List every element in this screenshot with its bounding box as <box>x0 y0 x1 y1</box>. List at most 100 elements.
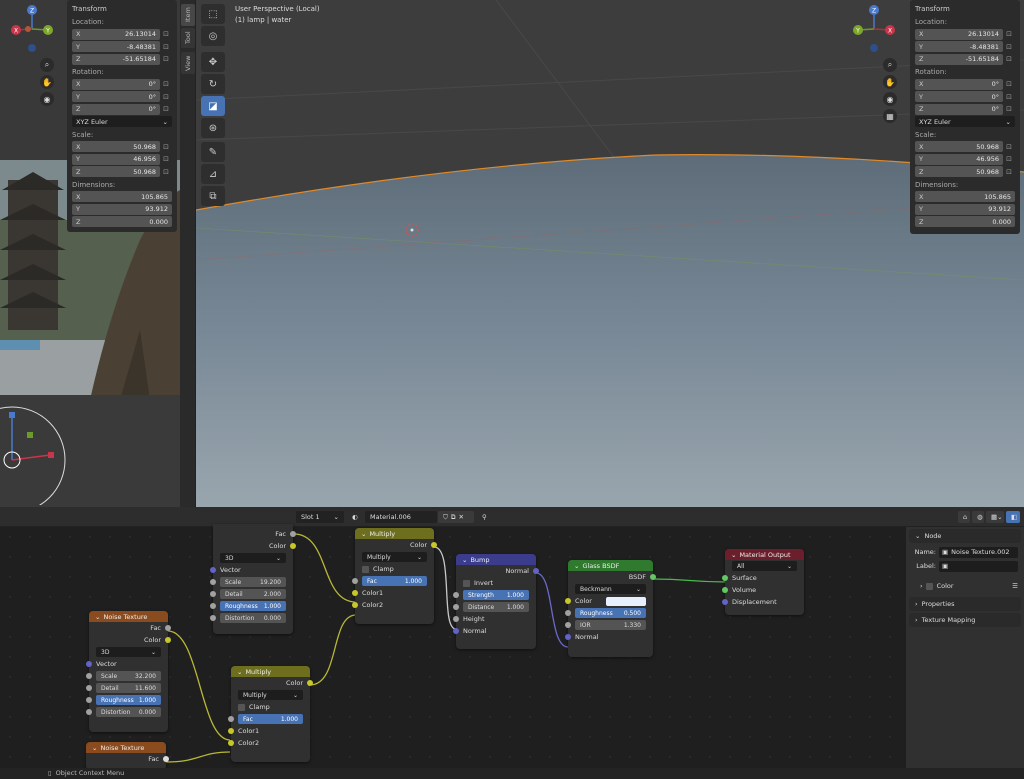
node-header[interactable]: ⌄ Multiply <box>355 528 434 539</box>
properties-section[interactable]: › Properties <box>909 597 1021 611</box>
measure-icon[interactable]: ⊿ <box>201 164 225 184</box>
main-viewport[interactable]: User Perspective (Local) (1) lamp | wate… <box>196 0 1024 507</box>
scale-socket[interactable] <box>210 579 216 585</box>
node-header[interactable]: ⌄ Bump <box>456 554 536 565</box>
strength-field[interactable]: Strength 1.000 <box>463 590 529 600</box>
texture-mapping-section[interactable]: › Texture Mapping <box>909 613 1021 627</box>
lock-icon[interactable]: ⊡ <box>160 155 172 163</box>
dimensions-y-field[interactable]: Y 93.912 <box>915 203 1015 215</box>
distortion-field[interactable]: Distortion 0.000 <box>220 613 286 623</box>
left-viewport[interactable]: Z X Y ⌕ ✋ ◉ Transform Location: X 26.1301… <box>0 0 180 507</box>
fac-socket[interactable] <box>228 716 234 722</box>
rotation-y-field[interactable]: Y 0° <box>72 91 160 102</box>
roughness-socket[interactable] <box>86 697 92 703</box>
node-header[interactable]: ⌄ Glass BSDF <box>568 560 653 571</box>
dimensions-z-field[interactable]: Z 0.000 <box>72 216 172 227</box>
scale-z-field[interactable]: Z 50.968 <box>72 166 160 177</box>
rotation-y-field[interactable]: Y 0° <box>915 91 1003 102</box>
rotation-mode-select[interactable]: XYZ Euler ⌄ <box>72 116 172 127</box>
bump-node[interactable]: ⌄ Bump Normal Invert Strength 1.000 Distan… <box>453 554 539 649</box>
lock-icon[interactable]: ⊡ <box>160 43 172 51</box>
scale-field[interactable]: Scale 32.200 <box>96 671 161 681</box>
color-socket[interactable] <box>290 543 296 549</box>
lock-icon[interactable]: ⊡ <box>1003 143 1015 151</box>
tab-view[interactable]: View <box>181 52 195 74</box>
noise-texture-node-top[interactable]: Fac Color 3D ⌄ Vector Scale 19.200 Detail 2… <box>210 524 296 634</box>
fac-socket[interactable] <box>290 531 296 537</box>
location-z-field[interactable]: Z -51.65184 <box>915 53 1003 65</box>
detail-socket[interactable] <box>86 685 92 691</box>
strength-socket[interactable] <box>453 592 459 598</box>
material-actions[interactable]: ⛉⧉✕ <box>438 511 474 523</box>
color2-socket[interactable] <box>228 740 234 746</box>
node-section-header[interactable]: ⌄ Node <box>909 529 1021 543</box>
lock-icon[interactable]: ⊡ <box>160 143 172 151</box>
target-select[interactable]: All ⌄ <box>732 561 797 571</box>
slot-select[interactable]: Slot 1 ⌄ <box>296 511 344 523</box>
color-input-socket[interactable] <box>565 598 571 604</box>
node-header[interactable]: ⌄ Noise Texture <box>86 742 166 753</box>
rotate-gizmo[interactable] <box>0 405 70 505</box>
noise-texture-node[interactable]: ⌄ Noise Texture Fac Color 3D ⌄ Vector Scal… <box>86 611 171 732</box>
overlay-icon[interactable]: ⌂ <box>958 511 970 523</box>
multiply-node-bottom[interactable]: ⌄ Multiply Color Multiply ⌄ Clamp Fac 1.000… <box>228 666 313 762</box>
location-x-field[interactable]: X 26.13014 <box>915 28 1003 40</box>
color-socket[interactable] <box>431 542 437 548</box>
rotation-mode-select[interactable]: XYZ Euler ⌄ <box>915 116 1015 127</box>
grid-icon[interactable]: ▦ <box>883 109 897 123</box>
rotation-z-field[interactable]: Z 0° <box>915 103 1003 115</box>
axis-gizmo-right[interactable]: Z Y X <box>850 3 900 55</box>
fac-socket[interactable] <box>163 756 169 762</box>
scale-socket[interactable] <box>86 673 92 679</box>
scale-y-field[interactable]: Y 46.956 <box>915 153 1003 165</box>
tab-tool[interactable]: Tool <box>181 28 195 48</box>
scale-field[interactable]: Scale 19.200 <box>220 577 286 587</box>
dimensions-z-field[interactable]: Z 0.000 <box>915 216 1015 227</box>
material-browse-icon[interactable]: ◐ <box>347 511 365 523</box>
scale-x-field[interactable]: X 50.968 <box>915 141 1003 152</box>
view-options-icon[interactable]: ▦⌄ <box>986 511 1004 523</box>
color-socket[interactable] <box>307 680 313 686</box>
blend-mode-select[interactable]: Multiply ⌄ <box>362 552 427 562</box>
scale-y-field[interactable]: Y 46.956 <box>72 153 160 165</box>
lock-icon[interactable]: ⊡ <box>1003 80 1015 88</box>
distortion-field[interactable]: Distortion 0.000 <box>96 707 161 717</box>
lock-icon[interactable]: ⊡ <box>160 105 172 113</box>
normal-input-socket[interactable] <box>565 634 571 640</box>
list-icon[interactable]: ☰ <box>1012 582 1018 590</box>
color-socket[interactable] <box>165 637 171 643</box>
invert-checkbox[interactable] <box>463 579 470 587</box>
move-icon[interactable]: ✥ <box>201 52 225 72</box>
fac-socket[interactable] <box>165 625 171 631</box>
rotation-x-field[interactable]: X 0° <box>72 78 160 90</box>
distance-field[interactable]: Distance 1.000 <box>463 602 529 612</box>
roughness-socket[interactable] <box>210 603 216 609</box>
location-z-field[interactable]: Z -51.65184 <box>72 53 160 65</box>
transform-header[interactable]: Transform <box>72 5 107 13</box>
distortion-socket[interactable] <box>210 615 216 621</box>
camera-icon[interactable]: ◉ <box>40 92 54 106</box>
normal-input-socket[interactable] <box>453 628 459 634</box>
location-x-field[interactable]: X 26.13014 <box>72 28 160 40</box>
lock-icon[interactable]: ⊡ <box>160 30 172 38</box>
ior-socket[interactable] <box>565 622 571 628</box>
chevron-right-icon[interactable]: › <box>920 582 923 590</box>
snap-icon[interactable]: ◍ <box>972 511 984 523</box>
node-canvas[interactable]: Fac Color 3D ⌄ Vector Scale 19.200 Detail 2… <box>0 524 906 770</box>
volume-socket[interactable] <box>722 587 728 593</box>
node-header[interactable]: ⌄ Multiply <box>231 666 310 677</box>
rotation-x-field[interactable]: X 0° <box>915 78 1003 90</box>
displacement-socket[interactable] <box>722 599 728 605</box>
node-name-field[interactable]: ▣ Noise Texture.002 <box>939 546 1018 558</box>
fac-socket[interactable] <box>352 578 358 584</box>
clamp-checkbox[interactable] <box>238 703 245 711</box>
scale-icon[interactable]: ◪ <box>201 96 225 116</box>
dimensions-x-field[interactable]: X 105.865 <box>915 191 1015 202</box>
roughness-field[interactable]: Roughness 0.500 <box>575 608 646 618</box>
camera-icon[interactable]: ◉ <box>883 92 897 106</box>
material-name-field[interactable]: Material.006 <box>365 511 437 523</box>
rotate-icon[interactable]: ↻ <box>201 74 225 94</box>
scale-z-field[interactable]: Z 50.968 <box>915 166 1003 177</box>
distortion-socket[interactable] <box>86 709 92 715</box>
zoom-icon[interactable]: ⌕ <box>40 58 54 72</box>
